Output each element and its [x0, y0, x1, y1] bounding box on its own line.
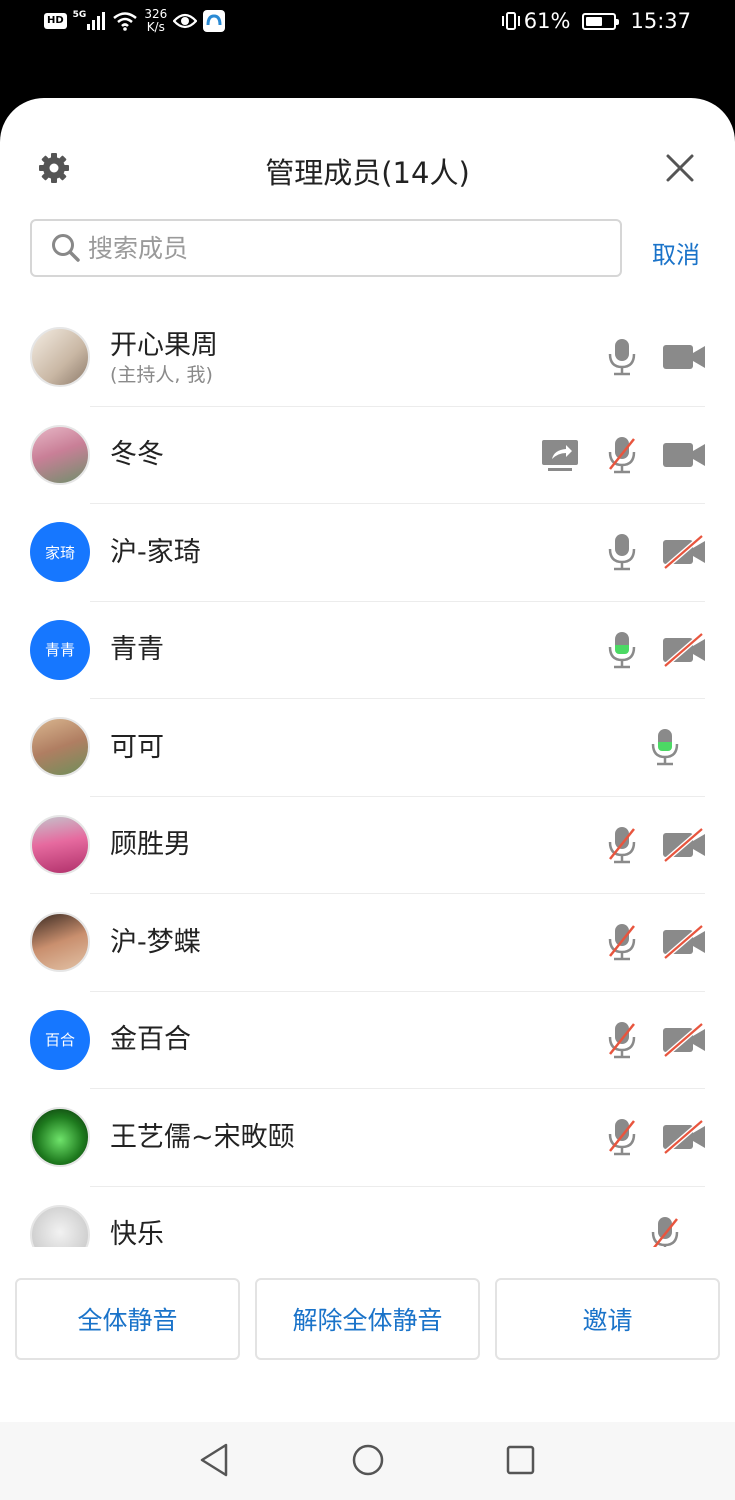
back-icon[interactable] — [198, 1442, 230, 1478]
avatar — [30, 1107, 90, 1167]
recents-icon[interactable] — [504, 1442, 536, 1478]
mute-all-button[interactable]: 全体静音 — [15, 1278, 240, 1360]
cancel-button[interactable]: 取消 — [652, 235, 700, 270]
member-list[interactable]: 开心果周 (主持人, 我) 冬冬 家琦 沪-家琦 青青 青青 可可 顾胜男 沪-梦蝶 百合 金百合 王艺… — [0, 309, 735, 1247]
avatar — [30, 814, 90, 875]
member-row[interactable]: 青青 青青 — [0, 602, 735, 699]
status-bar: HD 5G 326 K/s 61% 15:37 — [0, 0, 735, 46]
eye-icon — [173, 13, 198, 29]
camera-icon[interactable] — [662, 435, 706, 475]
search-box — [30, 219, 622, 277]
mic-muted-icon[interactable] — [600, 825, 644, 865]
member-row[interactable]: 可可 — [0, 699, 735, 797]
battery-icon — [582, 12, 620, 30]
member-row[interactable]: 冬冬 — [0, 407, 735, 504]
camera-off-icon[interactable] — [662, 532, 706, 572]
invite-button[interactable]: 邀请 — [495, 1278, 720, 1360]
avatar: 百合 — [30, 1009, 90, 1070]
unmute-all-button[interactable]: 解除全体静音 — [255, 1278, 480, 1360]
microphone-icon[interactable] — [600, 337, 644, 377]
screen-share-icon — [540, 435, 584, 475]
camera-off-icon[interactable] — [662, 825, 706, 865]
avatar — [30, 424, 90, 485]
vibrate-icon — [501, 12, 520, 30]
avatar — [30, 912, 90, 972]
member-row[interactable]: 顾胜男 — [0, 797, 735, 894]
member-role: (主持人, 我) — [110, 363, 213, 386]
member-row[interactable]: 开心果周 (主持人, 我) — [0, 309, 735, 407]
avatar: 家琦 — [30, 522, 90, 582]
network-speed: 326 K/s — [144, 7, 168, 34]
member-row[interactable]: 快乐 — [0, 1187, 735, 1247]
hd-badge: HD — [44, 13, 67, 29]
microphone-icon[interactable] — [600, 532, 644, 572]
home-icon[interactable] — [350, 1442, 386, 1478]
mic-muted-icon[interactable] — [600, 1117, 644, 1157]
battery-percent: 61% — [523, 9, 571, 33]
microphone-icon[interactable] — [643, 727, 687, 767]
member-name: 顾胜男 — [110, 829, 191, 860]
mic-muted-icon[interactable] — [600, 1020, 644, 1060]
camera-icon[interactable] — [662, 337, 706, 377]
navigation-bar — [0, 1422, 735, 1500]
member-name: 沪-家琦 — [110, 536, 201, 568]
avatar — [30, 717, 90, 777]
avatar: 青青 — [30, 619, 90, 680]
mic-muted-icon[interactable] — [600, 922, 644, 962]
camera-off-icon[interactable] — [662, 630, 706, 670]
network-type: 5G — [72, 10, 87, 20]
manage-members-sheet: 管理成员(14人) 取消 开心果周(主持人, 我)冬冬家琦沪-家琦青青青青可可顾… — [0, 98, 735, 1422]
camera-off-icon[interactable] — [662, 1020, 706, 1060]
member-row[interactable]: 沪-梦蝶 — [0, 894, 735, 992]
member-name: 青青 — [110, 634, 164, 665]
page-title: 管理成员(14人) — [265, 156, 470, 190]
close-icon[interactable] — [664, 152, 696, 184]
avatar — [30, 327, 90, 387]
member-name: 冬冬 — [110, 439, 164, 470]
member-name: 快乐 — [110, 1219, 164, 1247]
member-name: 金百合 — [110, 1024, 191, 1055]
mic-muted-icon[interactable] — [600, 435, 644, 475]
search-icon — [52, 234, 80, 262]
microphone-icon[interactable] — [600, 630, 644, 670]
wifi-icon — [113, 12, 138, 31]
clock: 15:37 — [630, 9, 691, 33]
member-name: 沪-梦蝶 — [110, 926, 201, 958]
search-input[interactable] — [88, 233, 608, 263]
member-name: 可可 — [110, 731, 164, 763]
mic-muted-icon[interactable] — [643, 1215, 687, 1247]
camera-off-icon[interactable] — [662, 1117, 706, 1157]
member-name: 王艺儒~宋畋颐 — [110, 1121, 295, 1153]
signal-icon — [87, 12, 106, 30]
member-row[interactable]: 家琦 沪-家琦 — [0, 504, 735, 602]
camera-off-icon[interactable] — [662, 922, 706, 962]
member-row[interactable]: 百合 金百合 — [0, 992, 735, 1089]
member-row[interactable]: 王艺儒~宋畋颐 — [0, 1089, 735, 1187]
sheet-header: 管理成员(14人) — [0, 98, 735, 218]
member-name: 开心果周 — [110, 329, 218, 361]
app-notification-icon — [203, 10, 226, 32]
avatar — [30, 1204, 90, 1247]
